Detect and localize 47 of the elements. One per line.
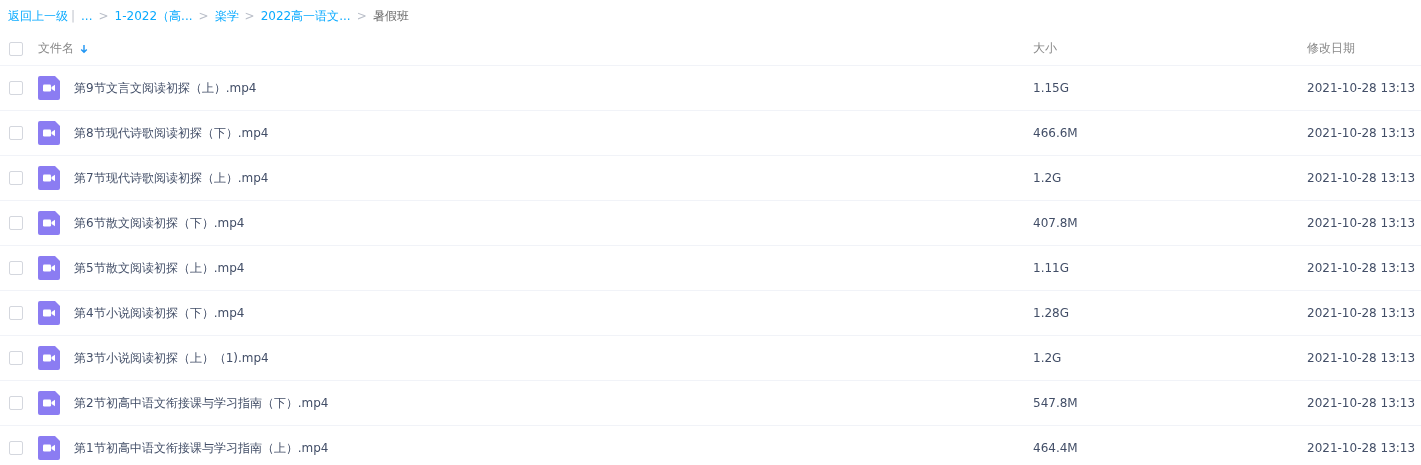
breadcrumb-separator: >: [98, 9, 109, 23]
file-name[interactable]: 第8节现代诗歌阅读初探（下）.mp4: [74, 124, 269, 142]
file-name[interactable]: 第1节初高中语文衔接课与学习指南（上）.mp4: [74, 439, 329, 457]
file-size: 1.15G: [1033, 81, 1070, 95]
file-name[interactable]: 第6节散文阅读初探（下）.mp4: [74, 214, 245, 232]
file-size: 547.8M: [1033, 396, 1078, 410]
file-size: 407.8M: [1033, 216, 1078, 230]
file-size: 464.4M: [1033, 441, 1078, 455]
file-size: 466.6M: [1033, 126, 1078, 140]
checkbox[interactable]: [9, 171, 23, 185]
modified-date: 2021-10-28 13:13: [1307, 441, 1416, 455]
checkbox[interactable]: [9, 441, 23, 455]
modified-date: 2021-10-28 13:13: [1307, 216, 1416, 230]
modified-date: 2021-10-28 13:13: [1307, 126, 1416, 140]
checkbox[interactable]: [9, 306, 23, 320]
modified-date: 2021-10-28 13:13: [1307, 81, 1416, 95]
breadcrumb-separator: >: [356, 9, 367, 23]
column-header[interactable]: 大小: [1033, 41, 1057, 55]
divider-mark: |: [71, 9, 76, 23]
column-header[interactable]: 文件名: [38, 40, 74, 57]
checkbox[interactable]: [9, 351, 23, 365]
checkbox[interactable]: [9, 81, 23, 95]
modified-date: 2021-10-28 13:13: [1307, 261, 1416, 275]
file-name[interactable]: 第2节初高中语文衔接课与学习指南（下）.mp4: [74, 394, 329, 412]
file-name[interactable]: 第3节小说阅读初探（上）（1).mp4: [74, 349, 269, 367]
file-size: 1.11G: [1033, 261, 1070, 275]
down-arrow-icon[interactable]: [80, 43, 88, 54]
breadcrumb-separator: >: [244, 9, 255, 23]
file-name[interactable]: 第9节文言文阅读初探（上）.mp4: [74, 79, 257, 97]
modified-date: 2021-10-28 13:13: [1307, 171, 1416, 185]
modified-date: 2021-10-28 13:13: [1307, 306, 1416, 320]
column-header[interactable]: 修改日期: [1307, 41, 1355, 55]
breadcrumb-item: 暑假班: [372, 7, 409, 25]
file-name[interactable]: 第4节小说阅读初探（下）.mp4: [74, 304, 245, 322]
modified-date: 2021-10-28 13:13: [1307, 396, 1416, 410]
file-size: 1.2G: [1033, 351, 1062, 365]
breadcrumb-separator: >: [198, 9, 209, 23]
checkbox[interactable]: [9, 216, 23, 230]
checkbox[interactable]: [9, 396, 23, 410]
file-name[interactable]: 第7节现代诗歌阅读初探（上）.mp4: [74, 169, 269, 187]
file-name[interactable]: 第5节散文阅读初探（上）.mp4: [74, 259, 245, 277]
modified-date: 2021-10-28 13:13: [1307, 351, 1416, 365]
checkbox[interactable]: [9, 126, 23, 140]
file-size: 1.28G: [1033, 306, 1070, 320]
checkbox[interactable]: [9, 261, 23, 275]
checkbox[interactable]: [9, 41, 23, 56]
file-size: 1.2G: [1033, 171, 1062, 185]
